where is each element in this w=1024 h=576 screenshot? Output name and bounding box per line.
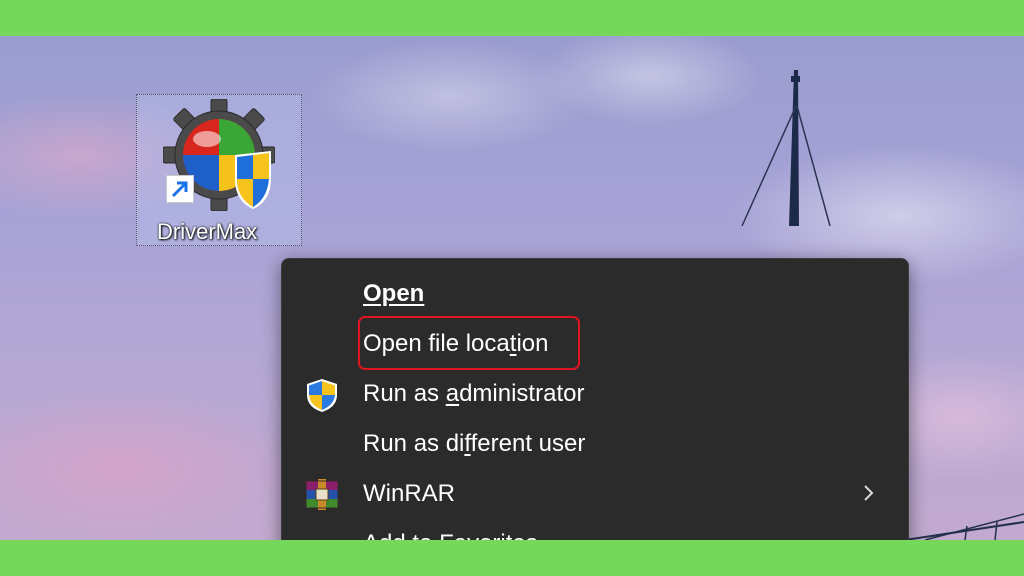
access-key: a (445, 380, 460, 407)
chevron-right-icon (864, 485, 874, 501)
menu-item-run-as-different-user[interactable]: Run as different user (282, 419, 908, 469)
menu-item-label: WinRAR (363, 480, 456, 507)
menu-item-label-text: Open (363, 280, 425, 307)
menu-item-label: Open (363, 280, 424, 308)
winrar-icon (305, 479, 339, 510)
bottom-border-band (0, 540, 1024, 576)
menu-item-open[interactable]: Open (282, 269, 908, 319)
uac-shield-icon (307, 379, 337, 412)
label-part: ferent user (470, 430, 586, 457)
top-border-band (0, 0, 1024, 36)
menu-item-label: Add to Favorites (363, 530, 538, 540)
label-part: Add to (363, 530, 439, 540)
drivermax-desktop-shortcut[interactable]: DriverMax (136, 94, 302, 246)
highlight-annotation-box (358, 316, 580, 370)
label-part: avorites (454, 530, 538, 540)
label-part: dministrator (459, 380, 585, 407)
rigging-lines (905, 513, 1024, 540)
menu-item-label: Run as administrator (363, 380, 584, 408)
access-key: F (439, 530, 454, 540)
context-menu: Open Open file location Run as administr… (281, 258, 909, 540)
menu-item-add-to-favorites[interactable]: Add to Favorites (282, 519, 908, 540)
shortcut-label: DriverMax (157, 219, 258, 244)
shortcut-arrow-icon (166, 175, 194, 203)
label-part: Run as (363, 380, 446, 407)
menu-item-label: Run as different user (363, 430, 585, 458)
label-part: Run as di (363, 430, 465, 457)
mast-silhouette (741, 70, 831, 226)
menu-item-run-as-administrator[interactable]: Run as administrator (282, 369, 908, 419)
menu-item-winrar[interactable]: WinRAR (282, 469, 908, 519)
desktop-background[interactable]: DriverMax Open Open file location Run as… (0, 36, 1024, 540)
